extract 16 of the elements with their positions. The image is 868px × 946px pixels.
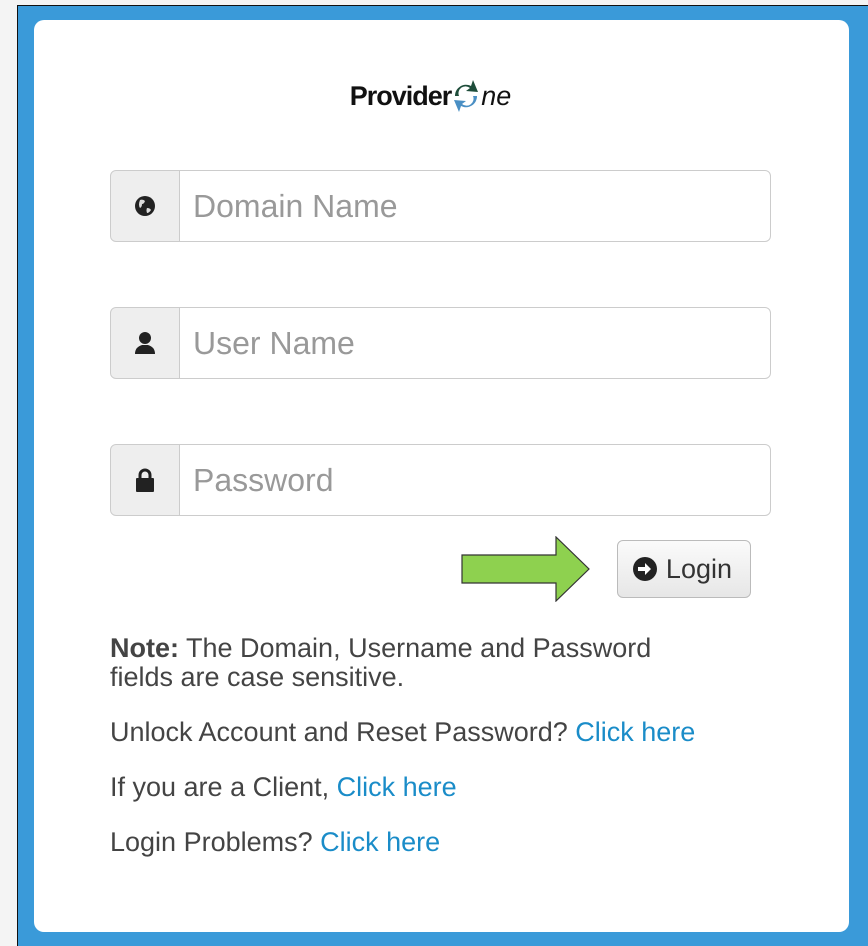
input-field[interactable]: User Name xyxy=(110,307,771,379)
logo-text: Provider xyxy=(350,80,452,112)
lock-icon xyxy=(135,468,155,492)
help-text: Login Problems? Click here xyxy=(110,828,442,857)
input-field[interactable]: Password xyxy=(110,444,771,516)
help-text: If you are a Client, Click here xyxy=(110,773,458,802)
input-field[interactable]: Domain Name xyxy=(110,170,771,242)
user-icon xyxy=(134,331,156,355)
logo-text: ne xyxy=(481,80,512,112)
click-here-link[interactable]: Click here xyxy=(575,717,696,747)
login-button[interactable]: Login xyxy=(616,540,751,598)
globe-icon xyxy=(134,195,156,217)
click-here-link[interactable]: Click here xyxy=(320,827,440,857)
help-text: Unlock Account and Reset Password? Click here xyxy=(110,718,696,747)
click-here-link[interactable]: Click here xyxy=(336,772,457,802)
note-text: Note: The Domain, Username and Password fields are case sensitive. xyxy=(110,634,652,692)
